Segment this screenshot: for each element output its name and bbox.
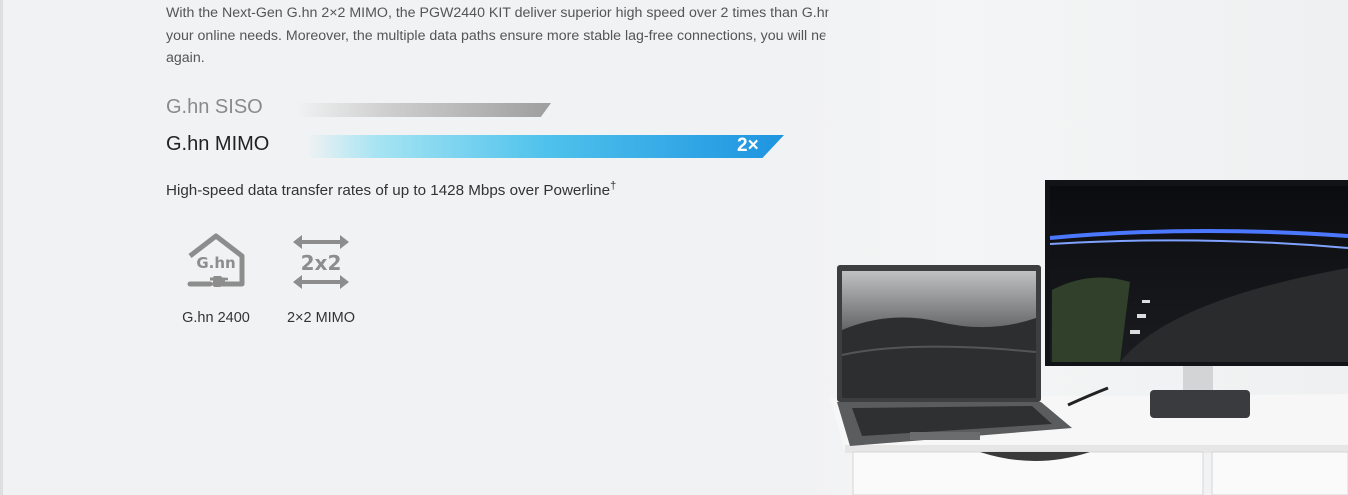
two-by-two-arrows-icon: 2x2 [293, 235, 349, 289]
feature-label: G.hn 2400 [182, 310, 250, 326]
two-by-two-icon-text: 2x2 [301, 251, 342, 275]
feature-ghn-2400: G.hn G.hn 2400 [166, 232, 266, 326]
mimo-multiplier-badge: 2× [737, 135, 759, 156]
mimo-label: G.hn MIMO [166, 133, 270, 155]
rate-text: High-speed data transfer rates of up to … [166, 182, 611, 200]
ghn-house-plug-icon: G.hn [187, 233, 245, 287]
rate-statement: High-speed data transfer rates of up to … [166, 180, 616, 199]
siso-speed-bar [296, 103, 551, 117]
ghn-icon-text: G.hn [196, 254, 235, 272]
feature-2x2-mimo: 2x2 2×2 MIMO [271, 232, 371, 326]
mimo-speed-bar [306, 135, 784, 158]
desk-scene-illustration [790, 0, 1348, 495]
feature-label: 2×2 MIMO [286, 310, 356, 326]
siso-label: G.hn SISO [166, 96, 263, 118]
page-left-edge [0, 0, 3, 495]
rate-footnote-mark: † [610, 180, 617, 192]
